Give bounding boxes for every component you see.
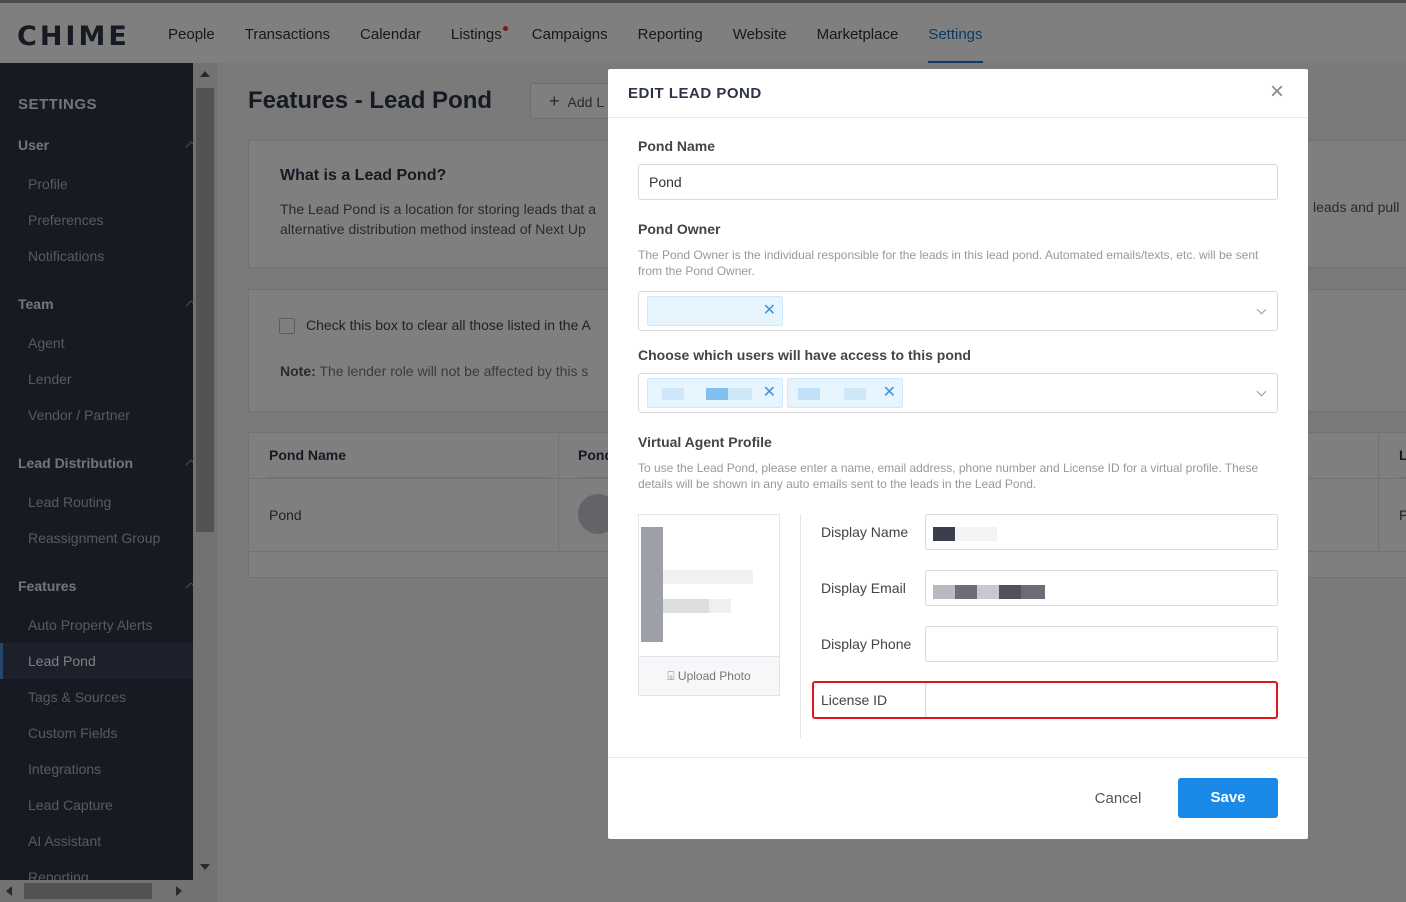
pond-owner-label: Pond Owner bbox=[638, 221, 721, 237]
selected-owner-tag: ✕ bbox=[647, 296, 783, 326]
selected-user-tag: ✕ bbox=[787, 378, 903, 408]
redacted-image bbox=[663, 570, 753, 584]
pond-name-label: Pond Name bbox=[638, 138, 716, 154]
display-phone-input[interactable] bbox=[925, 626, 1278, 662]
cancel-button[interactable]: Cancel bbox=[1082, 779, 1154, 819]
redacted-text bbox=[662, 388, 684, 400]
upload-photo-label: Upload Photo bbox=[677, 669, 751, 683]
remove-tag-icon[interactable]: ✕ bbox=[883, 381, 896, 405]
remove-tag-icon[interactable]: ✕ bbox=[763, 299, 776, 323]
camera-icon: ⌻ bbox=[667, 669, 675, 683]
license-id-highlight bbox=[812, 681, 1278, 719]
selected-user-tag: ✕ bbox=[647, 378, 783, 408]
display-email-label: Display Email bbox=[821, 580, 906, 596]
access-users-label: Choose which users will have access to t… bbox=[638, 347, 971, 363]
upload-photo-button[interactable]: ⌻ Upload Photo bbox=[638, 656, 780, 696]
dialog-footer-divider bbox=[608, 757, 1308, 758]
display-email-input[interactable] bbox=[925, 570, 1278, 606]
redacted-image bbox=[663, 599, 709, 613]
redacted-text bbox=[844, 388, 866, 400]
profile-divider bbox=[800, 514, 801, 738]
pond-owner-description: The Pond Owner is the individual respons… bbox=[638, 248, 1259, 278]
redacted-text bbox=[706, 388, 728, 400]
chevron-down-icon[interactable] bbox=[1256, 386, 1267, 397]
redacted-text bbox=[1021, 585, 1045, 599]
redacted-text bbox=[955, 527, 997, 541]
save-button[interactable]: Save bbox=[1178, 778, 1278, 818]
display-phone-label: Display Phone bbox=[821, 636, 912, 652]
pond-name-input[interactable]: Pond bbox=[638, 164, 1278, 200]
remove-tag-icon[interactable]: ✕ bbox=[763, 381, 776, 405]
display-name-label: Display Name bbox=[821, 524, 909, 540]
dialog-header-divider bbox=[608, 117, 1308, 118]
redacted-text bbox=[955, 585, 977, 599]
redacted-image bbox=[641, 527, 663, 642]
virtual-profile-description: To use the Lead Pond, please enter a nam… bbox=[638, 461, 1259, 491]
redacted-image bbox=[709, 599, 731, 613]
chevron-down-icon[interactable] bbox=[1256, 304, 1267, 315]
redacted-text bbox=[728, 388, 752, 400]
redacted-text bbox=[977, 585, 999, 599]
access-users-select[interactable]: ✕ ✕ bbox=[638, 373, 1278, 413]
redacted-text bbox=[798, 388, 820, 400]
pond-owner-select[interactable]: ✕ bbox=[638, 291, 1278, 331]
redacted-text bbox=[999, 585, 1021, 599]
redacted-text bbox=[933, 585, 955, 599]
virtual-profile-label: Virtual Agent Profile bbox=[638, 434, 772, 450]
redacted-text bbox=[933, 527, 955, 541]
edit-lead-pond-dialog: EDIT LEAD POND × Pond Name Pond Pond Own… bbox=[608, 69, 1308, 839]
display-name-input[interactable] bbox=[925, 514, 1278, 550]
close-icon[interactable]: × bbox=[1270, 80, 1290, 104]
dialog-title: EDIT LEAD POND bbox=[628, 85, 762, 102]
